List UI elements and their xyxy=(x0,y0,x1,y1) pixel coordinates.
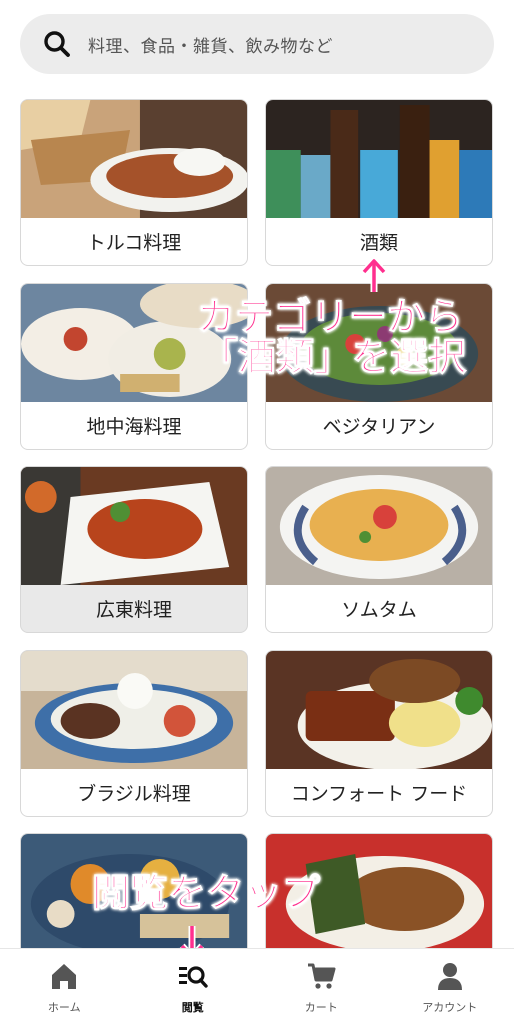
category-card-alcohol[interactable]: 酒類 xyxy=(265,99,493,266)
category-card-comfort-food[interactable]: コンフォート フード xyxy=(265,650,493,817)
tab-account-label: アカウント xyxy=(422,999,477,1015)
category-image xyxy=(266,467,492,585)
browse-icon xyxy=(178,961,208,991)
tab-cart-label: カート xyxy=(305,999,338,1015)
category-label: ベジタリアン xyxy=(266,402,492,449)
category-image xyxy=(21,100,247,218)
annotation-browse: 閲覧をタップ xyxy=(92,874,320,914)
search-icon xyxy=(42,29,72,59)
category-label: ブラジル料理 xyxy=(21,769,247,816)
category-card-turkish[interactable]: トルコ料理 xyxy=(20,99,248,266)
search-bar[interactable]: 料理、食品・雑貨、飲み物など xyxy=(20,14,494,74)
category-card-somtam[interactable]: ソムタム xyxy=(265,466,493,633)
category-image xyxy=(21,467,247,585)
category-image xyxy=(266,100,492,218)
annotation-category-line2: 「酒類」を選択 xyxy=(200,338,466,378)
category-label: ソムタム xyxy=(266,585,492,632)
tab-home[interactable]: ホーム xyxy=(0,949,129,1025)
bottom-tab-bar: ホーム 閲覧 カート アカウント xyxy=(0,948,514,1025)
account-icon xyxy=(435,961,465,991)
category-label: トルコ料理 xyxy=(21,218,247,265)
category-label: コンフォート フード xyxy=(266,769,492,816)
tab-browse-label: 閲覧 xyxy=(182,999,204,1015)
home-icon xyxy=(49,961,79,991)
category-card-brazilian[interactable]: ブラジル料理 xyxy=(20,650,248,817)
category-label: 地中海料理 xyxy=(21,402,247,449)
up-arrow-icon xyxy=(360,256,388,296)
category-image xyxy=(266,651,492,769)
annotation-category-line1: カテゴリーから xyxy=(194,298,466,338)
tab-browse[interactable]: 閲覧 xyxy=(129,949,258,1025)
tab-home-label: ホーム xyxy=(48,999,81,1015)
category-image xyxy=(21,651,247,769)
cart-icon xyxy=(306,961,336,991)
search-placeholder: 料理、食品・雑貨、飲み物など xyxy=(88,32,333,57)
category-card-cantonese[interactable]: 広東料理 xyxy=(20,466,248,633)
category-label: 広東料理 xyxy=(21,585,247,632)
tab-account[interactable]: アカウント xyxy=(386,949,514,1025)
tab-cart[interactable]: カート xyxy=(257,949,386,1025)
annotation-category: カテゴリーから 「酒類」を選択 xyxy=(194,298,466,378)
